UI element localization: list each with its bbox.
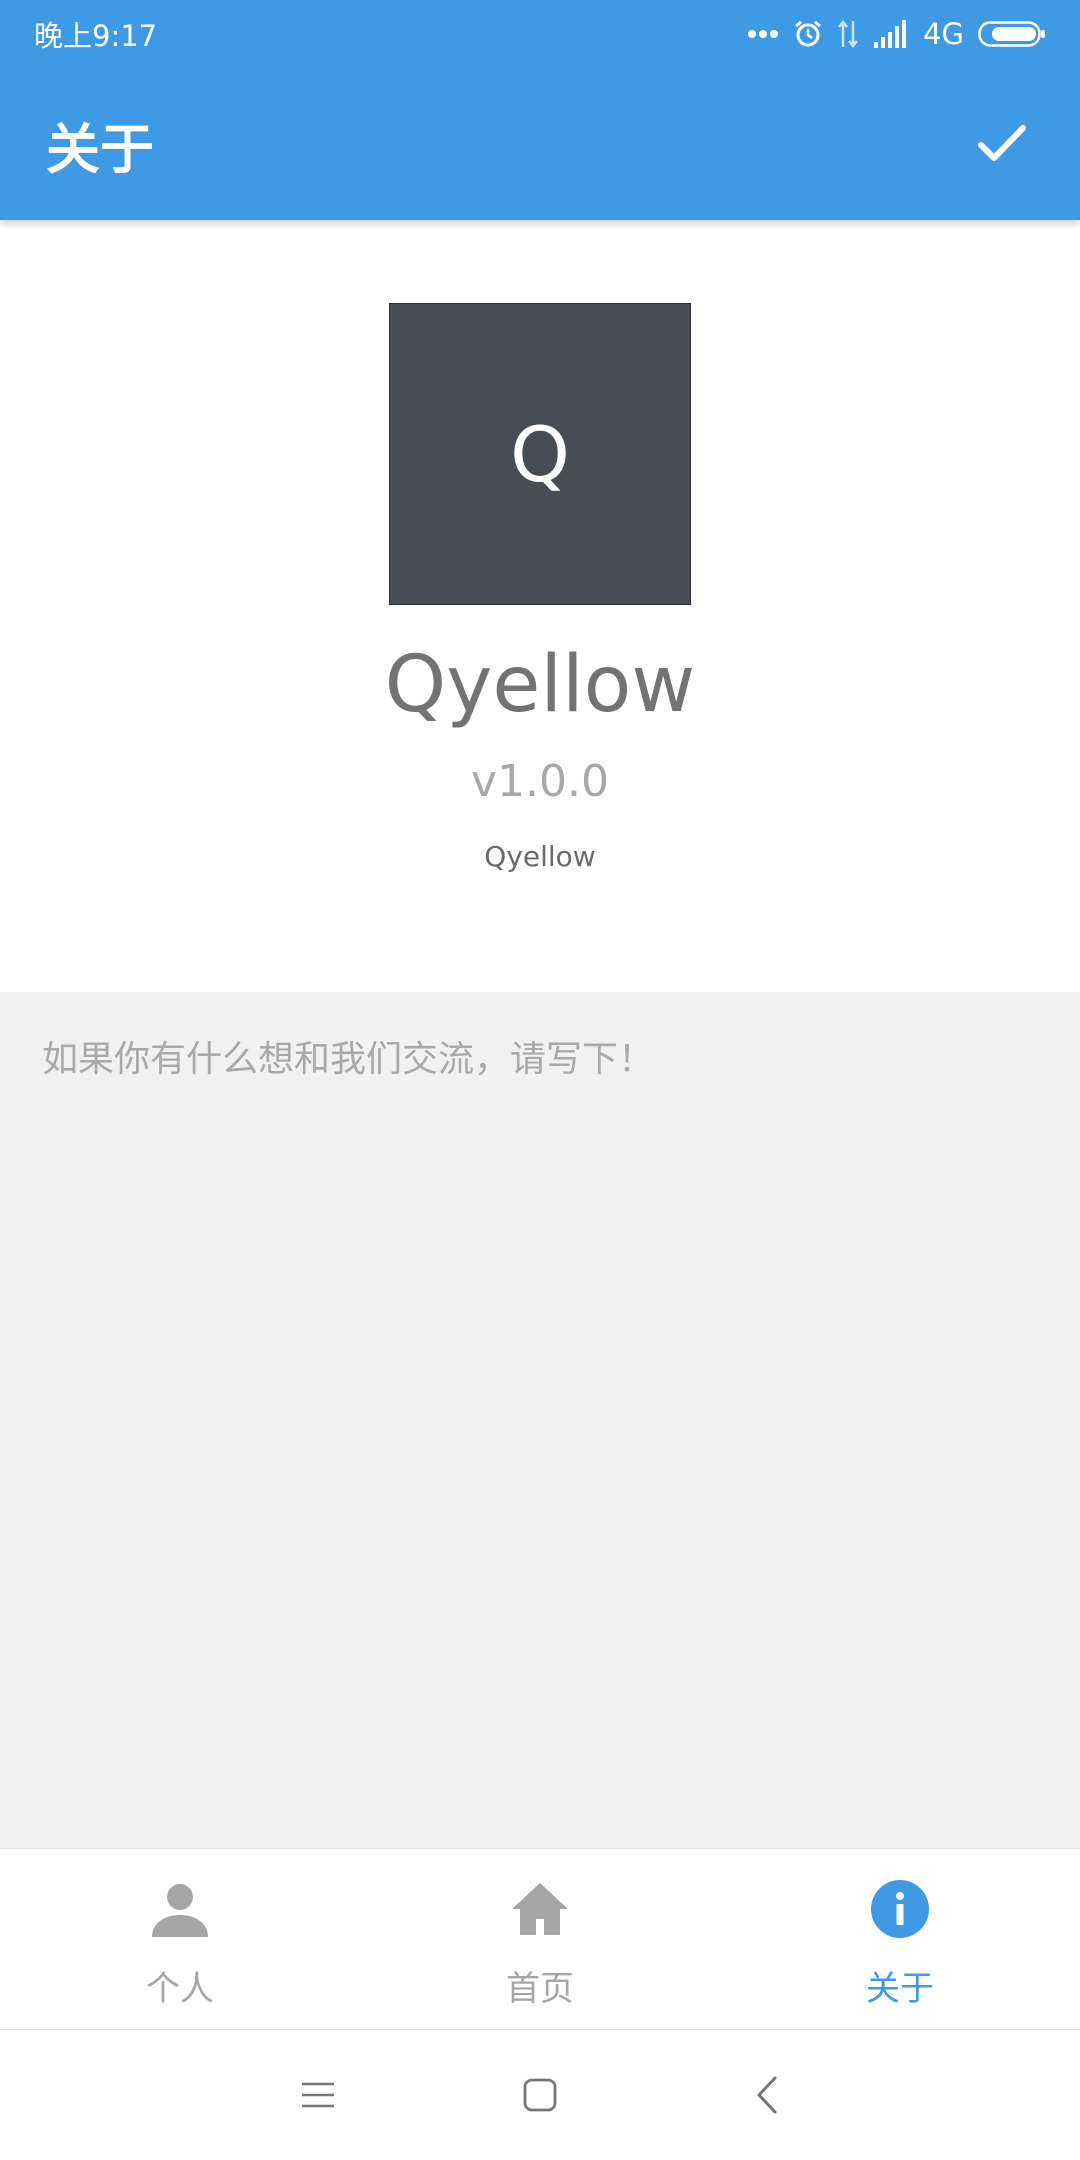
nav-label-home: 首页 xyxy=(506,1969,574,2009)
person-icon xyxy=(148,1877,212,1941)
check-icon xyxy=(978,125,1026,161)
logo-letter: Q xyxy=(510,409,570,499)
status-icons: 4G xyxy=(747,17,1046,51)
app-logo: Q xyxy=(389,303,691,605)
alarm-icon xyxy=(793,19,823,49)
network-type: 4G xyxy=(923,17,964,51)
feedback-input[interactable] xyxy=(0,992,1080,1848)
back-button[interactable] xyxy=(742,2070,792,2120)
home-system-button[interactable] xyxy=(515,2070,565,2120)
app-bar: 关于 xyxy=(0,68,1080,220)
page-title: 关于 xyxy=(46,117,154,181)
info-icon xyxy=(868,1877,932,1941)
system-nav-bar xyxy=(0,2030,1080,2160)
square-icon xyxy=(523,2078,557,2112)
back-icon xyxy=(757,2076,777,2114)
app-version: v1.0.0 xyxy=(471,756,609,807)
status-time: 晚上9:17 xyxy=(34,19,158,53)
status-bar: 晚上9:17 4G xyxy=(0,0,1080,68)
menu-button[interactable] xyxy=(293,2070,343,2120)
home-icon xyxy=(508,1877,572,1941)
battery-icon xyxy=(978,20,1046,48)
nav-item-personal[interactable]: 个人 xyxy=(0,1849,360,2029)
signal-icon xyxy=(873,20,909,48)
bottom-navigation: 个人 首页 关于 xyxy=(0,1848,1080,2030)
screen: 晚上9:17 4G 关于 Q Qyellow v1.0.0 Qyellow 如果… xyxy=(0,0,1080,2160)
nav-label-personal: 个人 xyxy=(146,1969,214,2009)
feedback-area xyxy=(0,992,1080,1848)
app-author: Qyellow xyxy=(484,840,596,873)
about-section: Q Qyellow v1.0.0 Qyellow xyxy=(0,220,1080,992)
nav-item-home[interactable]: 首页 xyxy=(360,1849,720,2029)
data-transfer-icon xyxy=(837,19,859,49)
menu-icon xyxy=(302,2082,334,2108)
nav-item-about[interactable]: 关于 xyxy=(720,1849,1080,2029)
more-dots-icon xyxy=(747,29,779,39)
confirm-button[interactable] xyxy=(970,112,1034,176)
app-name: Qyellow xyxy=(384,640,696,730)
nav-label-about: 关于 xyxy=(866,1969,934,2009)
